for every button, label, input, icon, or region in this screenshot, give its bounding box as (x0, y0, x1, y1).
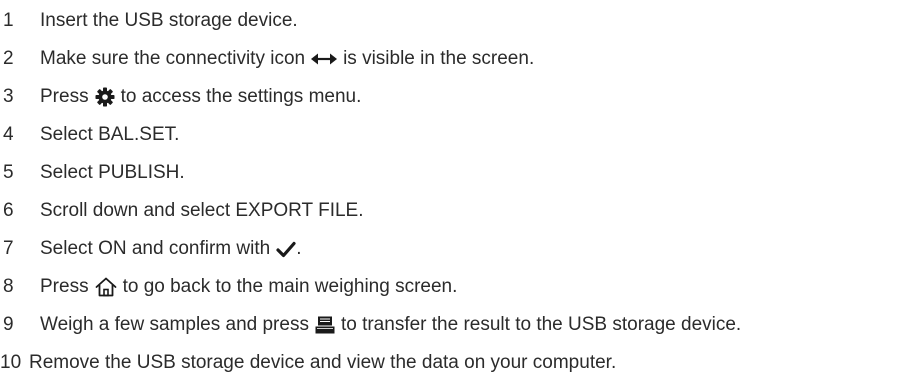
step-text: Select PUBLISH. (40, 162, 185, 183)
step-number: 4 (3, 124, 14, 145)
step-text-after: to access the settings menu. (120, 86, 362, 107)
step-number: 3 (3, 86, 14, 107)
step-number: 10 (0, 352, 22, 373)
step-number: 8 (3, 276, 14, 297)
step-2: 2 Make sure the connectivity icon is vis… (0, 44, 534, 74)
step-text-after: to transfer the result to the USB storag… (340, 314, 742, 335)
step-4: 4 Select BAL.SET. (0, 120, 179, 150)
double-arrow-icon (311, 52, 338, 66)
checkmark-icon (276, 241, 296, 258)
step-text-after: to go back to the main weighing screen. (122, 276, 458, 297)
step-7: 7 Select ON and confirm with . (0, 234, 301, 264)
step-text-before: Weigh a few samples and press (40, 314, 309, 335)
step-number: 1 (3, 10, 14, 31)
home-icon (95, 277, 117, 297)
instruction-list: 1 Insert the USB storage device. 2 Make … (0, 0, 912, 391)
step-10: 10 Remove the USB storage device and vie… (0, 348, 616, 378)
step-5: 5 Select PUBLISH. (0, 158, 185, 188)
step-number: 6 (3, 200, 14, 221)
step-text: Insert the USB storage device. (40, 10, 298, 31)
printer-icon (315, 316, 335, 334)
step-text-before: Press (40, 86, 89, 107)
step-number: 7 (3, 238, 14, 259)
step-text: Select BAL.SET. (40, 124, 180, 145)
step-text-before: Select ON and confirm with (40, 238, 271, 259)
step-number: 5 (3, 162, 14, 183)
gear-icon (95, 87, 115, 107)
step-text-before: Make sure the connectivity icon (40, 48, 306, 69)
step-number: 2 (3, 48, 14, 69)
step-text-before: Press (40, 276, 89, 297)
step-text-after: is visible in the screen. (343, 48, 535, 69)
step-text: Scroll down and select EXPORT FILE. (40, 200, 364, 221)
step-9: 9 Weigh a few samples and press to trans… (0, 310, 741, 340)
step-8: 8 Press to go back to the main weighing … (0, 272, 457, 302)
step-text: Remove the USB storage device and view t… (29, 352, 617, 373)
step-number: 9 (3, 314, 14, 335)
step-1: 1 Insert the USB storage device. (0, 6, 298, 36)
step-3: 3 Press to access the settings menu. (0, 82, 361, 112)
step-6: 6 Scroll down and select EXPORT FILE. (0, 196, 364, 226)
step-text-after: . (296, 238, 302, 259)
